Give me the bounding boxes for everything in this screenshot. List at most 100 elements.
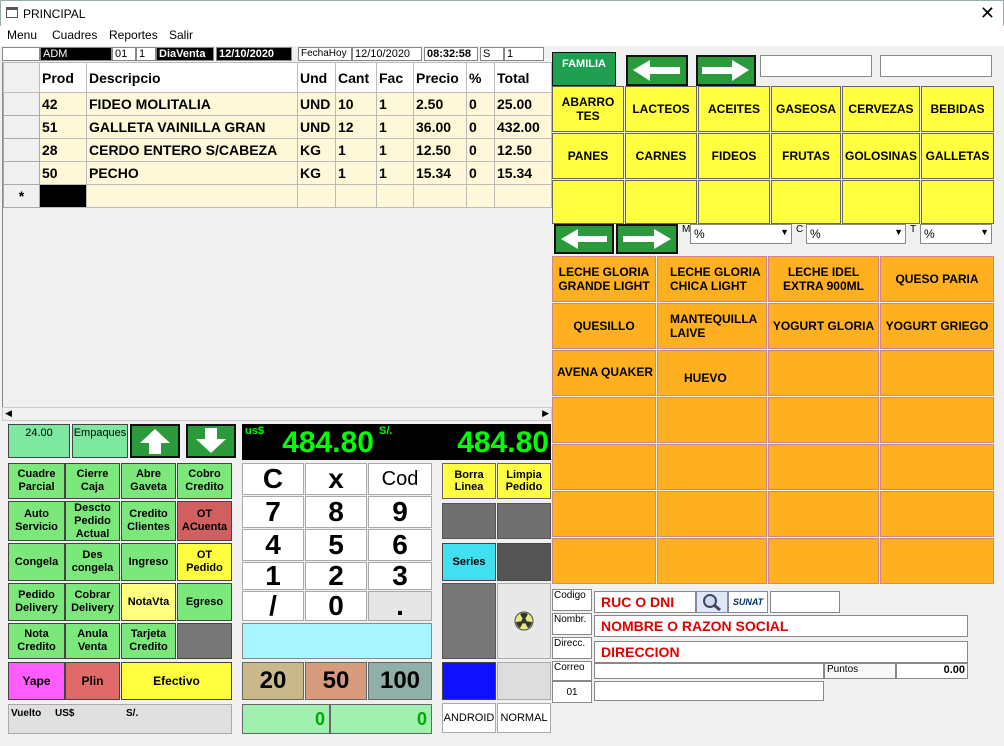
- product-button-empty[interactable]: [768, 491, 879, 537]
- blue-button[interactable]: [442, 662, 496, 700]
- key-c[interactable]: C: [242, 463, 304, 495]
- product-button-empty[interactable]: [768, 397, 879, 443]
- filter-c-select[interactable]: % ▼: [806, 224, 906, 244]
- cell-pct[interactable]: 0: [466, 115, 495, 139]
- cell-prod[interactable]: 42: [39, 92, 87, 116]
- key-4[interactable]: 4: [242, 529, 304, 561]
- efectivo-button[interactable]: Efectivo: [121, 662, 232, 700]
- product-button[interactable]: YOGURT GLORIA: [768, 303, 879, 349]
- cobro-credito-button[interactable]: Cobro Credito: [177, 463, 232, 499]
- cell-precio[interactable]: 36.00: [413, 115, 467, 139]
- cell-cant[interactable]: 10: [335, 92, 377, 116]
- egreso-button[interactable]: Egreso: [177, 583, 232, 621]
- familia-search-1[interactable]: [760, 55, 872, 77]
- cell-und[interactable]: KG: [297, 138, 336, 162]
- cat-empty[interactable]: [921, 180, 994, 224]
- product-button-empty[interactable]: [880, 491, 994, 537]
- product-button-empty[interactable]: [768, 350, 879, 396]
- cat-carnes[interactable]: CARNES: [625, 133, 697, 179]
- row-selector[interactable]: [3, 138, 40, 162]
- ot-acuenta-button[interactable]: OT ACuenta: [177, 501, 232, 541]
- product-button[interactable]: MANTEQUILLA LAIVE: [657, 303, 767, 349]
- filter-t-select[interactable]: % ▼: [920, 224, 992, 244]
- congela-button[interactable]: Congela: [8, 543, 65, 581]
- key-0[interactable]: 0: [305, 590, 367, 621]
- limpia-pedido-button[interactable]: Limpia Pedido: [497, 463, 551, 499]
- ingreso-button[interactable]: Ingreso: [121, 543, 176, 581]
- product-next-button[interactable]: [616, 224, 678, 254]
- normal-button[interactable]: NORMAL: [497, 703, 551, 733]
- product-button[interactable]: AVENA QUAKER: [552, 350, 656, 396]
- row-selector[interactable]: [3, 92, 40, 116]
- personal-photo-button[interactable]: [497, 543, 551, 581]
- table-row[interactable]: 51 GALLETA VAINILLA GRAN UND 12 1 36.00 0 432.0…: [3, 115, 552, 139]
- close-icon[interactable]: ✕: [980, 3, 995, 24]
- cell-precio[interactable]: 2.50: [413, 92, 467, 116]
- product-button-empty[interactable]: [657, 491, 767, 537]
- cat-abarrotes[interactable]: ABARRO TES: [552, 86, 624, 132]
- android-button[interactable]: ANDROID: [442, 703, 496, 733]
- pedido-delivery-button[interactable]: Pedido Delivery: [8, 583, 65, 621]
- key-5[interactable]: 5: [305, 529, 367, 561]
- row-selector[interactable]: [3, 115, 40, 139]
- product-button[interactable]: LECHE IDEL EXTRA 900ML: [768, 256, 879, 302]
- product-button-empty[interactable]: [880, 397, 994, 443]
- familia-next-button[interactable]: [696, 55, 756, 86]
- familia-prev-button[interactable]: [626, 55, 688, 86]
- product-button[interactable]: LECHE GLORIA GRANDE LIGHT: [552, 256, 656, 302]
- cell-prod[interactable]: 51: [39, 115, 87, 139]
- cobrar-delivery-button[interactable]: Cobrar Delivery: [65, 583, 120, 621]
- tarjeta-credito-button[interactable]: Tarjeta Credito: [121, 623, 176, 659]
- direccion-input[interactable]: DIRECCION: [594, 641, 968, 663]
- ruc-input[interactable]: RUC O DNI: [594, 591, 696, 613]
- cat-lacteos[interactable]: LACTEOS: [625, 86, 697, 132]
- extra-field[interactable]: [594, 681, 824, 701]
- product-button[interactable]: HUEVO: [657, 350, 767, 396]
- cell-pct[interactable]: 0: [466, 138, 495, 162]
- down-arrow-button[interactable]: [186, 424, 236, 458]
- product-button[interactable]: LECHE GLORIA CHICA LIGHT: [657, 256, 767, 302]
- filter-m-select[interactable]: % ▼: [690, 224, 792, 244]
- product-button-empty[interactable]: [552, 444, 656, 490]
- cell-cant[interactable]: 12: [335, 115, 377, 139]
- product-button-empty[interactable]: [880, 350, 994, 396]
- product-button-empty[interactable]: [880, 444, 994, 490]
- product-button-empty[interactable]: [768, 538, 879, 584]
- ruc-extra-field[interactable]: [770, 591, 840, 613]
- correo-input[interactable]: [594, 663, 824, 679]
- descto-pedido-button[interactable]: Descto Pedido Actual: [65, 501, 120, 541]
- cell-precio[interactable]: 12.50: [413, 138, 467, 162]
- key-9[interactable]: 9: [368, 496, 432, 528]
- cell-und[interactable]: UND: [297, 115, 336, 139]
- plin-button[interactable]: Plin: [65, 662, 120, 700]
- key-7[interactable]: 7: [242, 496, 304, 528]
- series-button[interactable]: Series: [442, 543, 496, 581]
- cat-cervezas[interactable]: CERVEZAS: [842, 86, 920, 132]
- product-button[interactable]: QUESILLO: [552, 303, 656, 349]
- new-row[interactable]: *: [3, 184, 552, 208]
- menu-cuadres[interactable]: Cuadres: [52, 28, 97, 42]
- scroll-left-icon[interactable]: ◀: [5, 408, 12, 419]
- bill-50-button[interactable]: 50: [305, 662, 367, 700]
- bill-100-button[interactable]: 100: [368, 662, 432, 700]
- cell-total[interactable]: 15.34: [494, 161, 552, 185]
- cell-total[interactable]: 12.50: [494, 138, 552, 162]
- descongela-button[interactable]: Des congela: [65, 543, 120, 581]
- search-client-button[interactable]: [696, 591, 728, 613]
- cell-desc[interactable]: CERDO ENTERO S/CABEZA: [86, 138, 298, 162]
- menu-menu[interactable]: Menu: [7, 28, 37, 42]
- product-button-empty[interactable]: [657, 538, 767, 584]
- cat-panes[interactable]: PANES: [552, 133, 624, 179]
- nombre-input[interactable]: NOMBRE O RAZON SOCIAL: [594, 615, 968, 637]
- cell-total[interactable]: 25.00: [494, 92, 552, 116]
- borra-linea-button[interactable]: Borra Linea: [442, 463, 496, 499]
- row-selector[interactable]: [3, 161, 40, 185]
- cat-bebidas[interactable]: BEBIDAS: [921, 86, 994, 132]
- table-row[interactable]: 50 PECHO KG 1 1 15.34 0 15.34: [3, 161, 552, 185]
- cell-prod[interactable]: 28: [39, 138, 87, 162]
- cell-desc[interactable]: FIDEO MOLITALIA: [86, 92, 298, 116]
- key-6[interactable]: 6: [368, 529, 432, 561]
- order-grid[interactable]: Prod Descripcio Und Cant Fac Precio % To…: [2, 62, 552, 407]
- cat-frutas[interactable]: FRUTAS: [771, 133, 841, 179]
- cat-golosinas[interactable]: GOLOSINAS: [842, 133, 920, 179]
